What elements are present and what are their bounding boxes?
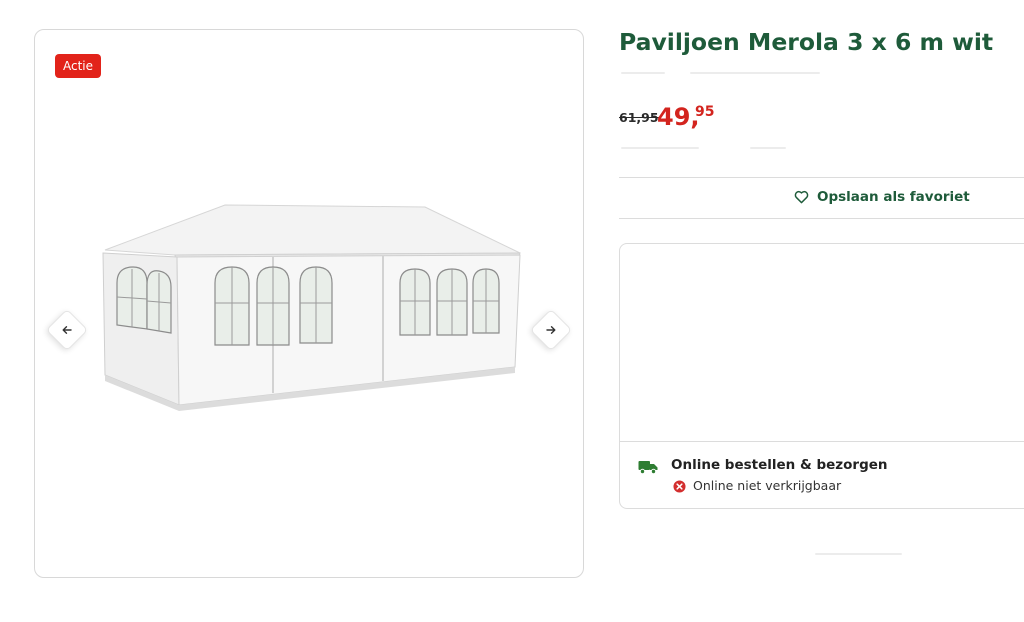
availability-status: Online niet verkrijgbaar [693,478,842,493]
favorite-content: Opslaan als favoriet [794,189,970,205]
product-image [102,204,521,411]
divider [750,147,786,149]
product-title: Paviljoen Merola 3 x 6 m wit [619,28,994,56]
heart-icon [794,190,809,204]
gallery-prev-button[interactable] [45,308,89,352]
divider [621,72,665,74]
gallery-next-button[interactable] [529,308,573,352]
divider [815,553,902,555]
arrow-right-icon [546,326,556,334]
sale-badge: Actie [55,54,102,78]
sale-price-cents: 95 [695,104,715,120]
availability-panel: Online bestellen & bezorgen Online niet … [619,243,1024,509]
sale-price: 49, [657,103,700,131]
save-favorite-button[interactable]: Opslaan als favoriet [619,177,1024,219]
old-price: 61,95 [619,110,659,125]
arrow-left-icon [62,326,72,334]
truck-icon [638,461,658,475]
divider [620,441,1024,442]
close-circle-icon [673,480,686,493]
delivery-title: Online bestellen & bezorgen [671,457,888,473]
divider [621,147,699,149]
product-page: Actie Paviljoen Merola 3 x 6 m wit 61,95… [0,0,1024,622]
divider [690,72,820,74]
product-gallery: Actie [34,29,584,578]
favorite-label: Opslaan als favoriet [817,189,970,205]
